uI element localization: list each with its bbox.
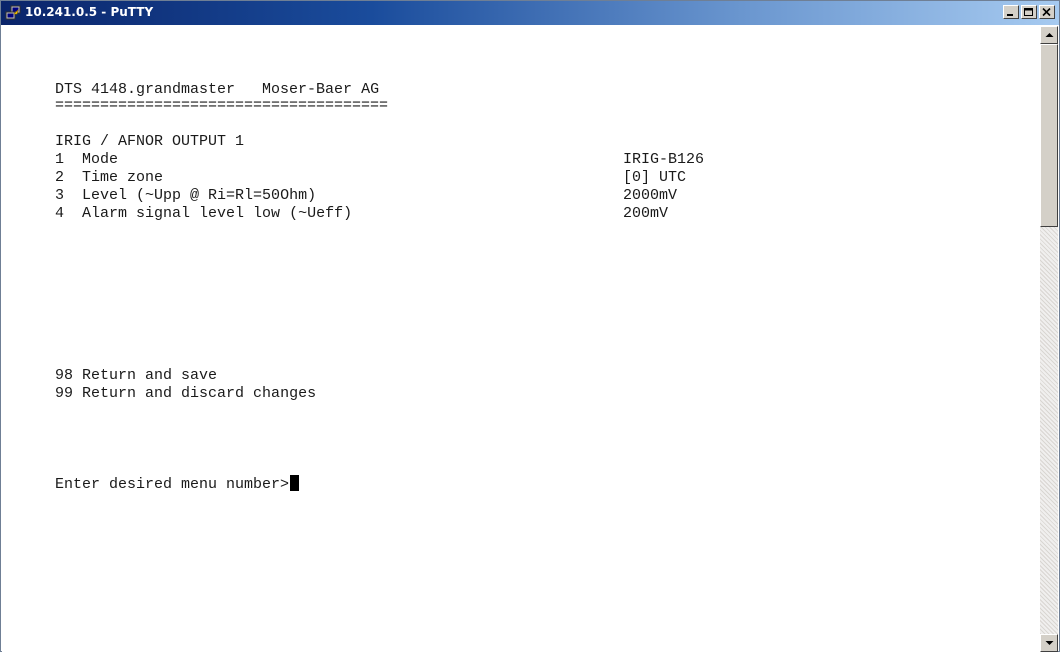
putty-window: 10.241.0.5 - PuTTY DTS 4148.grandmaster: [0, 0, 1060, 652]
header-separator: =====================================: [55, 97, 389, 114]
close-icon: [1042, 8, 1051, 17]
menu-item-mode: 1 Mode: [55, 151, 119, 168]
menu-item-alarm-level-value: 200mV: [623, 205, 669, 222]
menu-item-alarm-level: 4 Alarm signal level low (~Ueff): [55, 205, 353, 222]
menu-item-level-value: 2000mV: [623, 187, 678, 204]
company-name: Moser-Baer AG: [262, 81, 380, 98]
text-cursor: [290, 475, 300, 491]
device-name: DTS 4148.grandmaster: [55, 81, 236, 98]
command-prompt[interactable]: Enter desired menu number>: [55, 475, 300, 494]
action-return-save: 98 Return and save: [55, 367, 218, 384]
menu-item-time-zone-value: [0] UTC: [623, 169, 687, 186]
terminal-screen[interactable]: DTS 4148.grandmaster Moser-Baer AG =====…: [2, 26, 1040, 652]
maximize-icon: [1024, 8, 1033, 16]
window-title: 10.241.0.5 - PuTTY: [25, 5, 154, 19]
arrow-down-icon: [1045, 641, 1054, 645]
scroll-thumb[interactable]: [1040, 44, 1058, 227]
menu-item-level: 3 Level (~Upp @ Ri=Rl=50Ohm): [55, 187, 317, 204]
action-return-discard: 99 Return and discard changes: [55, 385, 317, 402]
close-button[interactable]: [1039, 5, 1055, 19]
scroll-up-button[interactable]: [1040, 26, 1058, 44]
section-title: IRIG / AFNOR OUTPUT 1: [55, 133, 245, 150]
arrow-up-icon: [1045, 33, 1054, 37]
window-controls: [1001, 5, 1055, 19]
scroll-down-button[interactable]: [1040, 634, 1058, 652]
prompt-text: Enter desired menu number>: [55, 476, 290, 493]
menu-item-time-zone: 2 Time zone: [55, 169, 164, 186]
menu-item-mode-value: IRIG-B126: [623, 151, 705, 168]
vertical-scrollbar[interactable]: [1040, 26, 1058, 652]
putty-icon[interactable]: [5, 5, 21, 21]
minimize-icon: [1007, 14, 1013, 16]
title-bar[interactable]: 10.241.0.5 - PuTTY: [1, 1, 1059, 25]
minimize-button[interactable]: [1003, 5, 1019, 19]
maximize-button[interactable]: [1021, 5, 1037, 19]
